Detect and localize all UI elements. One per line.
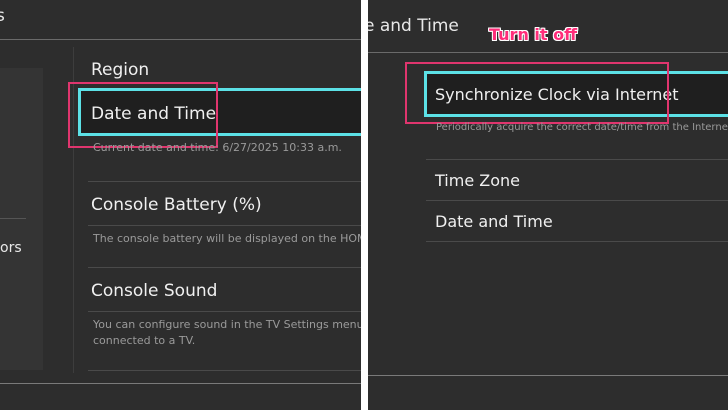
setting-console-sound-desc-line1: You can configure sound in the TV Settin…	[93, 318, 361, 331]
system-settings-panel: s ors Region Date and Time Current date …	[0, 0, 361, 410]
row-divider	[426, 159, 728, 160]
sidebar-divider	[0, 218, 26, 219]
setting-synchronize-clock-desc: Periodically acquire the correct date/ti…	[436, 122, 728, 133]
sidebar-item-label[interactable]: ors	[0, 240, 22, 256]
date-and-time-panel: e and Time Turn it off Synchronize Clock…	[368, 0, 728, 410]
row-divider	[426, 200, 728, 201]
row-divider	[88, 181, 361, 182]
row-divider	[88, 370, 361, 371]
setting-date-and-time[interactable]: Date and Time	[435, 212, 553, 231]
setting-console-sound-desc-line2: connected to a TV.	[93, 334, 196, 347]
row-divider	[426, 241, 728, 242]
setting-date-and-time-desc: Current date and time: 6/27/2025 10:33 a…	[93, 141, 342, 154]
setting-console-battery[interactable]: Console Battery (%)	[91, 195, 262, 215]
header-title: s	[0, 6, 5, 26]
setting-console-sound[interactable]: Console Sound	[91, 281, 217, 301]
row-divider	[88, 267, 361, 268]
footer-divider	[0, 383, 361, 384]
annotation-highlight-box	[68, 82, 218, 148]
row-divider	[88, 225, 361, 226]
setting-console-battery-desc: The console battery will be displayed on…	[93, 232, 361, 245]
header-divider	[0, 39, 361, 40]
row-divider	[88, 311, 361, 312]
footer-divider	[368, 375, 728, 376]
annotation-label: Turn it off	[489, 25, 578, 44]
header-title: e and Time	[368, 16, 459, 36]
setting-time-zone[interactable]: Time Zone	[435, 171, 520, 190]
annotation-highlight-box	[405, 62, 669, 124]
setting-region[interactable]: Region	[91, 60, 149, 80]
sidebar	[0, 68, 43, 370]
header-divider	[368, 52, 728, 53]
